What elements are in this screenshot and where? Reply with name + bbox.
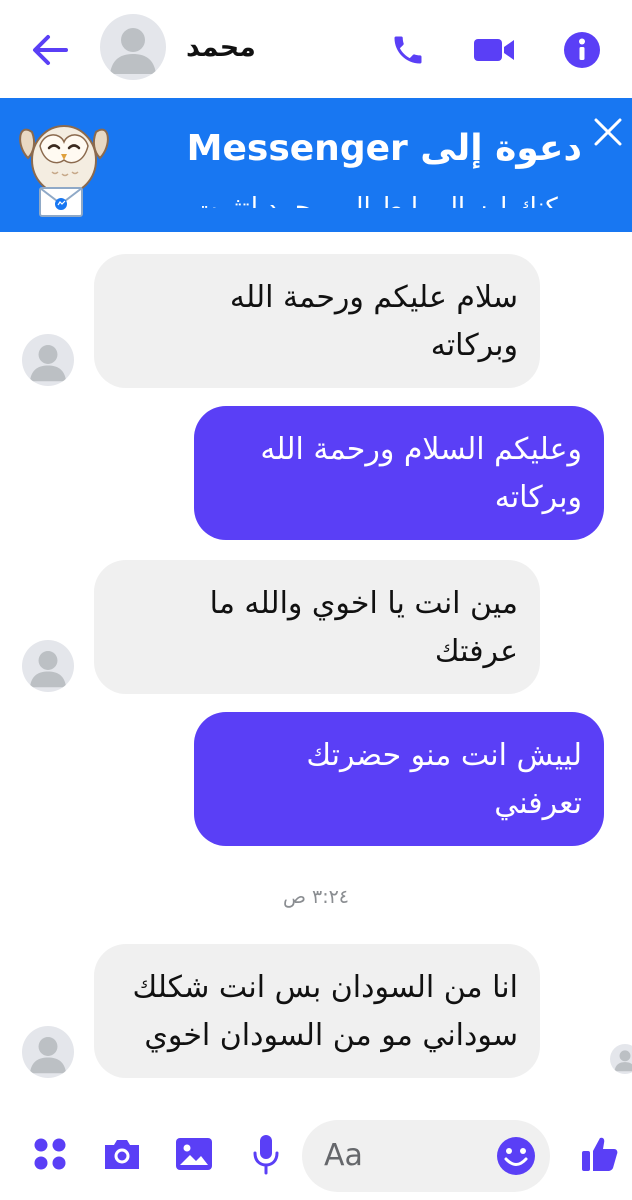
message-line: وبركاته — [430, 328, 518, 363]
emoji-icon — [497, 1137, 535, 1175]
message-line: انا من السودان بس انت شكلك — [132, 970, 518, 1005]
voice-call-button[interactable] — [386, 28, 430, 72]
banner-title: دعوة إلى Messenger — [186, 128, 582, 169]
message-line: مين انت يا اخوي والله ما — [209, 586, 518, 621]
message-line: وبركاته — [494, 480, 582, 515]
info-button[interactable] — [560, 28, 604, 72]
back-button[interactable] — [28, 30, 72, 70]
seen-receipt-avatar — [610, 1044, 632, 1074]
message-line: سوداني مو من السودان اخوي — [144, 1018, 518, 1053]
incoming-message[interactable]: انا من السودان بس انت شكلك سوداني مو من … — [94, 944, 540, 1078]
message-composer: Aa — [0, 1106, 632, 1200]
sender-avatar[interactable] — [22, 640, 74, 692]
phone-icon — [394, 36, 422, 64]
sender-avatar[interactable] — [22, 1026, 74, 1078]
camera-button[interactable] — [98, 1130, 146, 1178]
message-input[interactable]: Aa — [302, 1120, 550, 1192]
owl-mascot-icon — [14, 112, 114, 220]
video-call-button[interactable] — [472, 28, 516, 72]
image-icon — [176, 1138, 212, 1170]
microphone-icon — [253, 1135, 279, 1175]
sender-avatar[interactable] — [22, 334, 74, 386]
default-avatar-icon — [110, 28, 156, 74]
like-button[interactable] — [576, 1130, 624, 1178]
message-line: عرفتك — [434, 634, 518, 669]
more-actions-button[interactable] — [26, 1130, 74, 1178]
default-avatar-icon — [29, 651, 67, 688]
incoming-message[interactable]: سلام عليكم ورحمة الله وبركاته — [94, 254, 540, 388]
message-line: تعرفني — [494, 786, 582, 821]
camera-icon — [105, 1140, 139, 1169]
voice-message-button[interactable] — [242, 1130, 290, 1178]
back-arrow-icon — [33, 35, 68, 65]
incoming-message[interactable]: مين انت يا اخوي والله ما عرفتك — [94, 560, 540, 694]
contact-avatar[interactable] — [100, 14, 166, 80]
outgoing-message[interactable]: وعليكم السلام ورحمة الله وبركاته — [194, 406, 604, 540]
contact-name[interactable]: محمد — [186, 32, 256, 63]
thumbs-up-icon — [582, 1137, 618, 1171]
emoji-button[interactable] — [494, 1134, 538, 1178]
message-line: سلام عليكم ورحمة الله — [229, 280, 518, 315]
chat-header: محمد — [0, 0, 632, 98]
default-avatar-icon — [29, 345, 67, 382]
message-input-placeholder: Aa — [324, 1138, 363, 1173]
gallery-button[interactable] — [170, 1130, 218, 1178]
message-timestamp: ٣:٢٤ ص — [282, 886, 350, 908]
apps-grid-icon — [34, 1138, 66, 1170]
banner-subtitle: يمكنك إرسال رابط إلى محمد لتثبيت — [193, 193, 582, 208]
messenger-invite-banner[interactable]: دعوة إلى Messenger يمكنك إرسال رابط إلى … — [0, 98, 632, 232]
close-icon — [594, 118, 622, 146]
video-camera-icon — [474, 39, 514, 61]
default-avatar-icon — [29, 1037, 67, 1074]
close-banner-button[interactable] — [588, 112, 628, 152]
message-line: لييش انت منو حضرتك — [306, 738, 582, 773]
outgoing-message[interactable]: لييش انت منو حضرتك تعرفني — [194, 712, 604, 846]
message-line: وعليكم السلام ورحمة الله — [260, 432, 582, 467]
info-icon — [564, 32, 600, 68]
default-avatar-icon — [614, 1050, 632, 1072]
